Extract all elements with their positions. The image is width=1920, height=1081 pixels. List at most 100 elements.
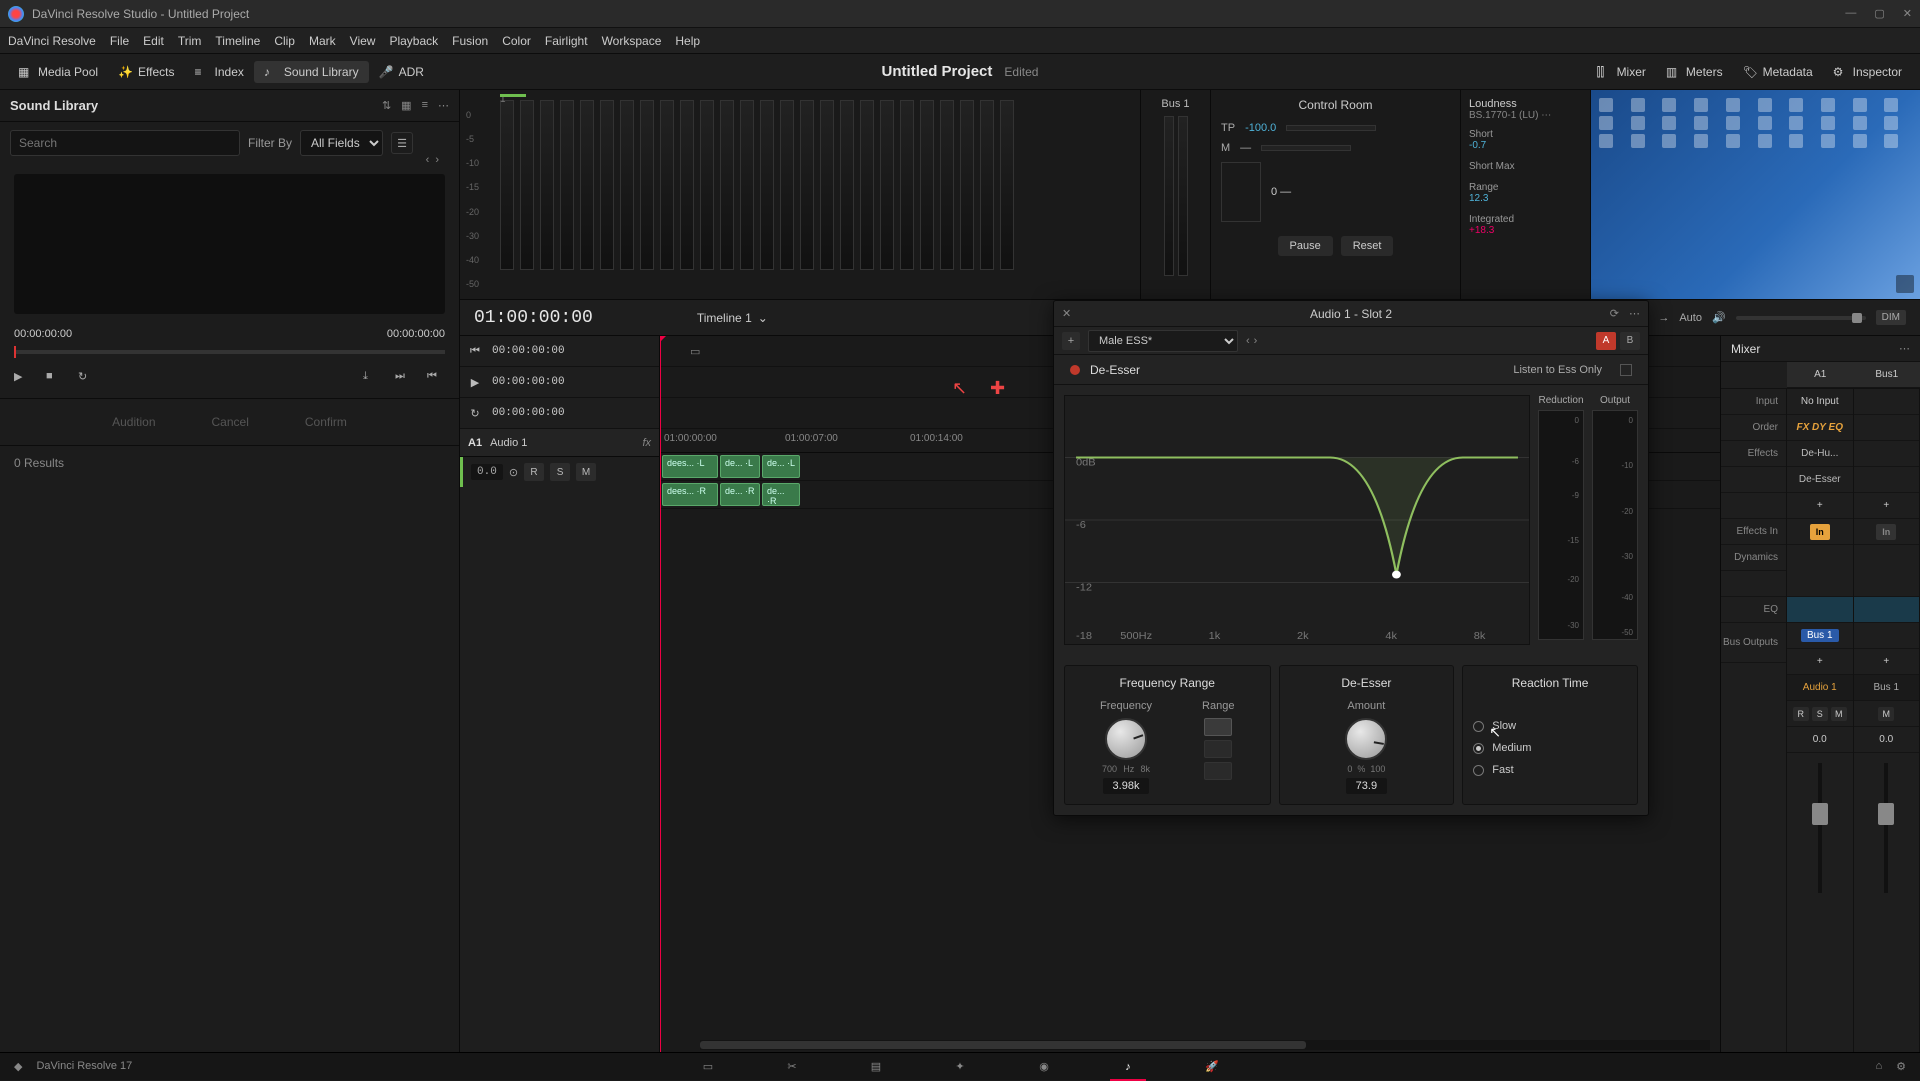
home-icon[interactable]: ⌂ — [1875, 1060, 1882, 1073]
amount-knob[interactable] — [1345, 718, 1387, 760]
bus-out-add-icon[interactable]: + — [1854, 649, 1920, 675]
media-pool-button[interactable]: ▦Media Pool — [8, 61, 108, 83]
range-narrow-icon[interactable] — [1204, 718, 1232, 736]
clip-1[interactable]: dees... ·L — [662, 455, 718, 478]
fader-bus[interactable] — [1854, 753, 1920, 903]
close-icon[interactable]: ✕ — [1903, 7, 1912, 20]
prev-result-icon[interactable]: ‹ — [426, 154, 430, 166]
reaction-slow-radio[interactable]: Slow — [1473, 720, 1627, 732]
maximize-icon[interactable]: ▢ — [1874, 7, 1884, 20]
menu-file[interactable]: File — [110, 34, 129, 48]
loop-tl-icon[interactable]: ↻ — [468, 406, 482, 420]
fx-slot-2[interactable]: De-Esser — [1787, 467, 1853, 493]
preset-prev-icon[interactable]: ‹ — [1246, 335, 1250, 347]
menu-help[interactable]: Help — [675, 34, 700, 48]
menu-resolve[interactable]: DaVinci Resolve — [8, 34, 96, 48]
fusion-page-icon[interactable]: ✦ — [948, 1057, 972, 1077]
clip-6[interactable]: de... ·R — [762, 483, 800, 506]
media-page-icon[interactable]: ▭ — [696, 1057, 720, 1077]
mute-button[interactable]: M — [576, 463, 596, 481]
stop-icon[interactable]: ■ — [46, 370, 64, 388]
channel-name-2[interactable]: Bus 1 — [1854, 675, 1920, 701]
speaker-icon[interactable]: 🔊 — [1712, 311, 1726, 324]
solo-button[interactable]: S — [550, 463, 570, 481]
fx-slot-1[interactable]: De-Hu... — [1787, 441, 1853, 467]
menu-workspace[interactable]: Workspace — [602, 34, 662, 48]
grid-view-icon[interactable]: ▦ — [401, 99, 411, 112]
range-wide-icon[interactable] — [1204, 740, 1232, 758]
meters-toggle[interactable]: ▥Meters — [1656, 61, 1733, 83]
preset-add-icon[interactable]: + — [1062, 332, 1080, 350]
filter-select[interactable]: All Fields — [300, 130, 383, 156]
index-button[interactable]: ≡Index — [185, 61, 254, 83]
edit-page-icon[interactable]: ▤ — [864, 1057, 888, 1077]
fx-close-icon[interactable]: ✕ — [1062, 307, 1071, 320]
menu-playback[interactable]: Playback — [389, 34, 438, 48]
monitor-volume-slider[interactable] — [1736, 316, 1866, 320]
expand-monitor-icon[interactable] — [1896, 275, 1914, 293]
video-monitor[interactable] — [1590, 90, 1920, 299]
clip-3[interactable]: de... ·L — [762, 455, 800, 478]
ch-m[interactable]: M — [1831, 707, 1847, 721]
bus-dynamics-graph[interactable] — [1854, 545, 1920, 597]
search-input[interactable] — [10, 130, 240, 156]
channel-name-1[interactable]: Audio 1 — [1787, 675, 1853, 701]
preset-next-icon[interactable]: › — [1254, 335, 1258, 347]
fx-add-icon[interactable]: + — [1787, 493, 1853, 519]
input-select[interactable]: No Input — [1787, 389, 1853, 415]
ch-vol[interactable]: 0.0 — [1787, 727, 1853, 753]
cancel-button[interactable]: Cancel — [194, 409, 267, 435]
fx-refresh-icon[interactable]: ⟳ — [1610, 307, 1619, 320]
video-track-icon[interactable]: ▭ — [690, 345, 700, 358]
preset-select[interactable]: Male ESS* — [1088, 330, 1238, 352]
play-tl-icon[interactable]: ▶ — [468, 375, 482, 389]
pause-button[interactable]: Pause — [1278, 236, 1333, 256]
record-arm-button[interactable]: R — [524, 463, 544, 481]
effects-button[interactable]: ✨Effects — [108, 61, 184, 83]
clip-5[interactable]: de... ·R — [720, 483, 760, 506]
next-result-icon[interactable]: › — [435, 154, 439, 166]
menu-clip[interactable]: Clip — [274, 34, 295, 48]
track-volume[interactable]: 0.0 — [471, 464, 503, 480]
effects-in-button[interactable]: In — [1810, 524, 1830, 540]
ch-s[interactable]: S — [1812, 707, 1828, 721]
list-view-icon[interactable]: ≡ — [422, 99, 428, 112]
panel-menu-icon[interactable]: ⋯ — [438, 99, 449, 112]
mixer-ch-a1[interactable]: A1 — [1787, 362, 1854, 388]
sort-icon[interactable]: ⇅ — [382, 99, 391, 112]
tc-in[interactable]: 00:00:00:00 — [492, 345, 565, 357]
clip-4[interactable]: dees... ·R — [662, 483, 718, 506]
amount-value[interactable]: 73.9 — [1346, 778, 1387, 794]
inspector-toggle[interactable]: ⚙Inspector — [1823, 61, 1912, 83]
skip-fwd-icon[interactable]: ⏭ — [395, 370, 413, 388]
master-timecode[interactable]: 01:00:00:00 — [474, 308, 593, 328]
menu-color[interactable]: Color — [502, 34, 531, 48]
range-full-icon[interactable] — [1204, 762, 1232, 780]
mixer-ch-bus[interactable]: Bus1 — [1854, 362, 1920, 388]
metadata-toggle[interactable]: 🏷Metadata — [1733, 61, 1823, 83]
bus-fx-add-icon[interactable]: + — [1854, 493, 1920, 519]
dim-button[interactable]: DIM — [1876, 310, 1906, 325]
mixer-toggle[interactable]: ⫿⫿Mixer — [1587, 61, 1656, 83]
tc-dur[interactable]: 00:00:00:00 — [492, 407, 565, 419]
fx-eq-graph[interactable]: 0dB -6 -12 -18 500Hz 1k 2k 4k 8k — [1064, 395, 1530, 645]
timeline-selector[interactable]: Timeline 1⌄ — [697, 311, 768, 325]
tc-play[interactable]: 00:00:00:00 — [492, 376, 565, 388]
reaction-fast-radio[interactable]: Fast — [1473, 764, 1627, 776]
fairlight-page-icon[interactable]: ♪ — [1116, 1057, 1140, 1077]
cut-page-icon[interactable]: ✂ — [780, 1057, 804, 1077]
menu-edit[interactable]: Edit — [143, 34, 164, 48]
goto-start-icon[interactable]: ⏮ — [468, 344, 482, 358]
track-fx-icon[interactable]: fx — [642, 437, 651, 449]
settings-icon[interactable]: ⚙ — [1896, 1060, 1906, 1073]
clip-2[interactable]: de... ·L — [720, 455, 760, 478]
play-icon[interactable]: ▶ — [14, 370, 32, 388]
fader-a1[interactable] — [1787, 753, 1853, 903]
filter-options-icon[interactable]: ☰ — [391, 132, 413, 154]
menu-fusion[interactable]: Fusion — [452, 34, 488, 48]
timeline-hscroll[interactable] — [700, 1040, 1710, 1050]
reaction-medium-radio[interactable]: Medium — [1473, 742, 1627, 754]
insert-icon[interactable]: ⤓ — [363, 370, 381, 388]
auto-label[interactable]: Auto — [1679, 312, 1702, 324]
color-page-icon[interactable]: ◉ — [1032, 1057, 1056, 1077]
